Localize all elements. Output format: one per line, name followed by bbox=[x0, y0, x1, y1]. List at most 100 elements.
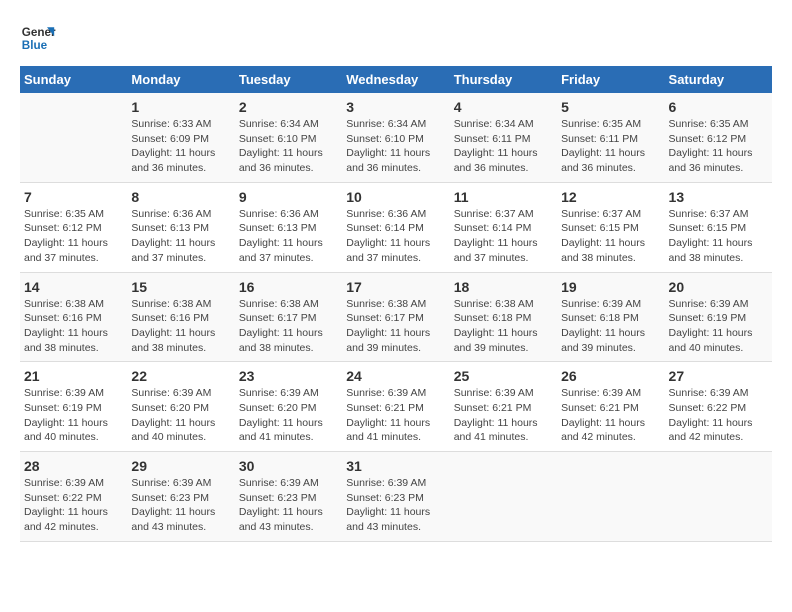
table-row: 1 Sunrise: 6:33 AM Sunset: 6:09 PM Daylig… bbox=[127, 93, 234, 182]
day-info: Sunrise: 6:39 AM Sunset: 6:19 PM Dayligh… bbox=[669, 297, 768, 356]
day-number: 6 bbox=[669, 99, 768, 115]
header-cell-saturday: Saturday bbox=[665, 66, 772, 93]
day-number: 19 bbox=[561, 279, 660, 295]
calendar-week-4: 21Sunrise: 6:39 AM Sunset: 6:19 PM Dayli… bbox=[20, 362, 772, 452]
header-cell-tuesday: Tuesday bbox=[235, 66, 342, 93]
day-number: 30 bbox=[239, 458, 338, 474]
table-row: 14 Sunrise: 6:38 AM Sunset: 6:16 PM Dayli… bbox=[20, 272, 127, 362]
logo: General Blue bbox=[20, 20, 56, 56]
day-info: Sunrise: 6:36 AM Sunset: 6:13 PM Dayligh… bbox=[131, 207, 230, 266]
header-cell-monday: Monday bbox=[127, 66, 234, 93]
table-row: 17 Sunrise: 6:38 AM Sunset: 6:17 PM Dayli… bbox=[342, 272, 449, 362]
table-row bbox=[450, 452, 557, 542]
day-info: Sunrise: 6:36 AM Sunset: 6:14 PM Dayligh… bbox=[346, 207, 445, 266]
day-number: 4 bbox=[454, 99, 553, 115]
day-number: 28 bbox=[24, 458, 123, 474]
day-info: Sunrise: 6:38 AM Sunset: 6:16 PM Dayligh… bbox=[24, 297, 123, 356]
calendar-week-1: 1 Sunrise: 6:33 AM Sunset: 6:09 PM Daylig… bbox=[20, 93, 772, 182]
day-info: Sunrise: 6:36 AM Sunset: 6:13 PM Dayligh… bbox=[239, 207, 338, 266]
day-info: Sunrise: 6:38 AM Sunset: 6:17 PM Dayligh… bbox=[346, 297, 445, 356]
day-info: Sunrise: 6:39 AM Sunset: 6:21 PM Dayligh… bbox=[454, 386, 553, 445]
day-number: 23 bbox=[239, 368, 338, 384]
day-info: Sunrise: 6:35 AM Sunset: 6:11 PM Dayligh… bbox=[561, 117, 660, 176]
day-info: Sunrise: 6:34 AM Sunset: 6:11 PM Dayligh… bbox=[454, 117, 553, 176]
header: General Blue bbox=[20, 20, 772, 56]
day-info: Sunrise: 6:35 AM Sunset: 6:12 PM Dayligh… bbox=[24, 207, 123, 266]
day-number: 3 bbox=[346, 99, 445, 115]
logo-icon: General Blue bbox=[20, 20, 56, 56]
day-number: 11 bbox=[454, 189, 553, 205]
table-row: 19 Sunrise: 6:39 AM Sunset: 6:18 PM Dayli… bbox=[557, 272, 664, 362]
header-cell-thursday: Thursday bbox=[450, 66, 557, 93]
day-number: 7 bbox=[24, 189, 123, 205]
day-number: 16 bbox=[239, 279, 338, 295]
table-row: 6Sunrise: 6:35 AM Sunset: 6:12 PM Daylig… bbox=[665, 93, 772, 182]
svg-text:Blue: Blue bbox=[22, 39, 48, 52]
calendar-week-2: 7 Sunrise: 6:35 AM Sunset: 6:12 PM Daylig… bbox=[20, 182, 772, 272]
day-info: Sunrise: 6:37 AM Sunset: 6:15 PM Dayligh… bbox=[669, 207, 768, 266]
day-number: 13 bbox=[669, 189, 768, 205]
day-number: 14 bbox=[24, 279, 123, 295]
table-row: 7 Sunrise: 6:35 AM Sunset: 6:12 PM Daylig… bbox=[20, 182, 127, 272]
table-row: 18Sunrise: 6:38 AM Sunset: 6:18 PM Dayli… bbox=[450, 272, 557, 362]
table-row bbox=[20, 93, 127, 182]
day-number: 10 bbox=[346, 189, 445, 205]
day-info: Sunrise: 6:39 AM Sunset: 6:20 PM Dayligh… bbox=[239, 386, 338, 445]
table-row: 24 Sunrise: 6:39 AM Sunset: 6:21 PM Dayli… bbox=[342, 362, 449, 452]
day-info: Sunrise: 6:39 AM Sunset: 6:23 PM Dayligh… bbox=[239, 476, 338, 535]
table-row: 12Sunrise: 6:37 AM Sunset: 6:15 PM Dayli… bbox=[557, 182, 664, 272]
day-number: 20 bbox=[669, 279, 768, 295]
day-info: Sunrise: 6:39 AM Sunset: 6:23 PM Dayligh… bbox=[346, 476, 445, 535]
calendar-week-5: 28Sunrise: 6:39 AM Sunset: 6:22 PM Dayli… bbox=[20, 452, 772, 542]
day-number: 24 bbox=[346, 368, 445, 384]
table-row: 20 Sunrise: 6:39 AM Sunset: 6:19 PM Dayli… bbox=[665, 272, 772, 362]
day-info: Sunrise: 6:39 AM Sunset: 6:19 PM Dayligh… bbox=[24, 386, 123, 445]
table-row: 9Sunrise: 6:36 AM Sunset: 6:13 PM Daylig… bbox=[235, 182, 342, 272]
day-number: 27 bbox=[669, 368, 768, 384]
day-number: 17 bbox=[346, 279, 445, 295]
day-info: Sunrise: 6:34 AM Sunset: 6:10 PM Dayligh… bbox=[346, 117, 445, 176]
day-info: Sunrise: 6:39 AM Sunset: 6:22 PM Dayligh… bbox=[669, 386, 768, 445]
day-info: Sunrise: 6:39 AM Sunset: 6:21 PM Dayligh… bbox=[346, 386, 445, 445]
day-number: 22 bbox=[131, 368, 230, 384]
table-row: 5Sunrise: 6:35 AM Sunset: 6:11 PM Daylig… bbox=[557, 93, 664, 182]
calendar-header-row: SundayMondayTuesdayWednesdayThursdayFrid… bbox=[20, 66, 772, 93]
table-row: 10 Sunrise: 6:36 AM Sunset: 6:14 PM Dayli… bbox=[342, 182, 449, 272]
calendar-week-3: 14 Sunrise: 6:38 AM Sunset: 6:16 PM Dayli… bbox=[20, 272, 772, 362]
day-info: Sunrise: 6:38 AM Sunset: 6:17 PM Dayligh… bbox=[239, 297, 338, 356]
header-cell-wednesday: Wednesday bbox=[342, 66, 449, 93]
table-row: 8 Sunrise: 6:36 AM Sunset: 6:13 PM Daylig… bbox=[127, 182, 234, 272]
day-info: Sunrise: 6:39 AM Sunset: 6:20 PM Dayligh… bbox=[131, 386, 230, 445]
calendar-table: SundayMondayTuesdayWednesdayThursdayFrid… bbox=[20, 66, 772, 542]
day-info: Sunrise: 6:33 AM Sunset: 6:09 PM Dayligh… bbox=[131, 117, 230, 176]
table-row: 21Sunrise: 6:39 AM Sunset: 6:19 PM Dayli… bbox=[20, 362, 127, 452]
table-row: 31 Sunrise: 6:39 AM Sunset: 6:23 PM Dayli… bbox=[342, 452, 449, 542]
table-row: 27 Sunrise: 6:39 AM Sunset: 6:22 PM Dayli… bbox=[665, 362, 772, 452]
table-row: 25Sunrise: 6:39 AM Sunset: 6:21 PM Dayli… bbox=[450, 362, 557, 452]
table-row: 3 Sunrise: 6:34 AM Sunset: 6:10 PM Daylig… bbox=[342, 93, 449, 182]
day-number: 1 bbox=[131, 99, 230, 115]
table-row: 2Sunrise: 6:34 AM Sunset: 6:10 PM Daylig… bbox=[235, 93, 342, 182]
table-row: 29Sunrise: 6:39 AM Sunset: 6:23 PM Dayli… bbox=[127, 452, 234, 542]
day-info: Sunrise: 6:39 AM Sunset: 6:18 PM Dayligh… bbox=[561, 297, 660, 356]
day-number: 8 bbox=[131, 189, 230, 205]
table-row: 11 Sunrise: 6:37 AM Sunset: 6:14 PM Dayli… bbox=[450, 182, 557, 272]
table-row bbox=[665, 452, 772, 542]
table-row: 16 Sunrise: 6:38 AM Sunset: 6:17 PM Dayli… bbox=[235, 272, 342, 362]
table-row: 28Sunrise: 6:39 AM Sunset: 6:22 PM Dayli… bbox=[20, 452, 127, 542]
day-number: 12 bbox=[561, 189, 660, 205]
table-row: 15 Sunrise: 6:38 AM Sunset: 6:16 PM Dayli… bbox=[127, 272, 234, 362]
table-row: 23 Sunrise: 6:39 AM Sunset: 6:20 PM Dayli… bbox=[235, 362, 342, 452]
day-info: Sunrise: 6:38 AM Sunset: 6:18 PM Dayligh… bbox=[454, 297, 553, 356]
day-number: 31 bbox=[346, 458, 445, 474]
table-row: 30 Sunrise: 6:39 AM Sunset: 6:23 PM Dayli… bbox=[235, 452, 342, 542]
day-info: Sunrise: 6:37 AM Sunset: 6:14 PM Dayligh… bbox=[454, 207, 553, 266]
day-number: 2 bbox=[239, 99, 338, 115]
table-row: 4 Sunrise: 6:34 AM Sunset: 6:11 PM Daylig… bbox=[450, 93, 557, 182]
day-info: Sunrise: 6:38 AM Sunset: 6:16 PM Dayligh… bbox=[131, 297, 230, 356]
table-row bbox=[557, 452, 664, 542]
day-number: 15 bbox=[131, 279, 230, 295]
day-info: Sunrise: 6:39 AM Sunset: 6:23 PM Dayligh… bbox=[131, 476, 230, 535]
table-row: 13 Sunrise: 6:37 AM Sunset: 6:15 PM Dayli… bbox=[665, 182, 772, 272]
day-number: 26 bbox=[561, 368, 660, 384]
